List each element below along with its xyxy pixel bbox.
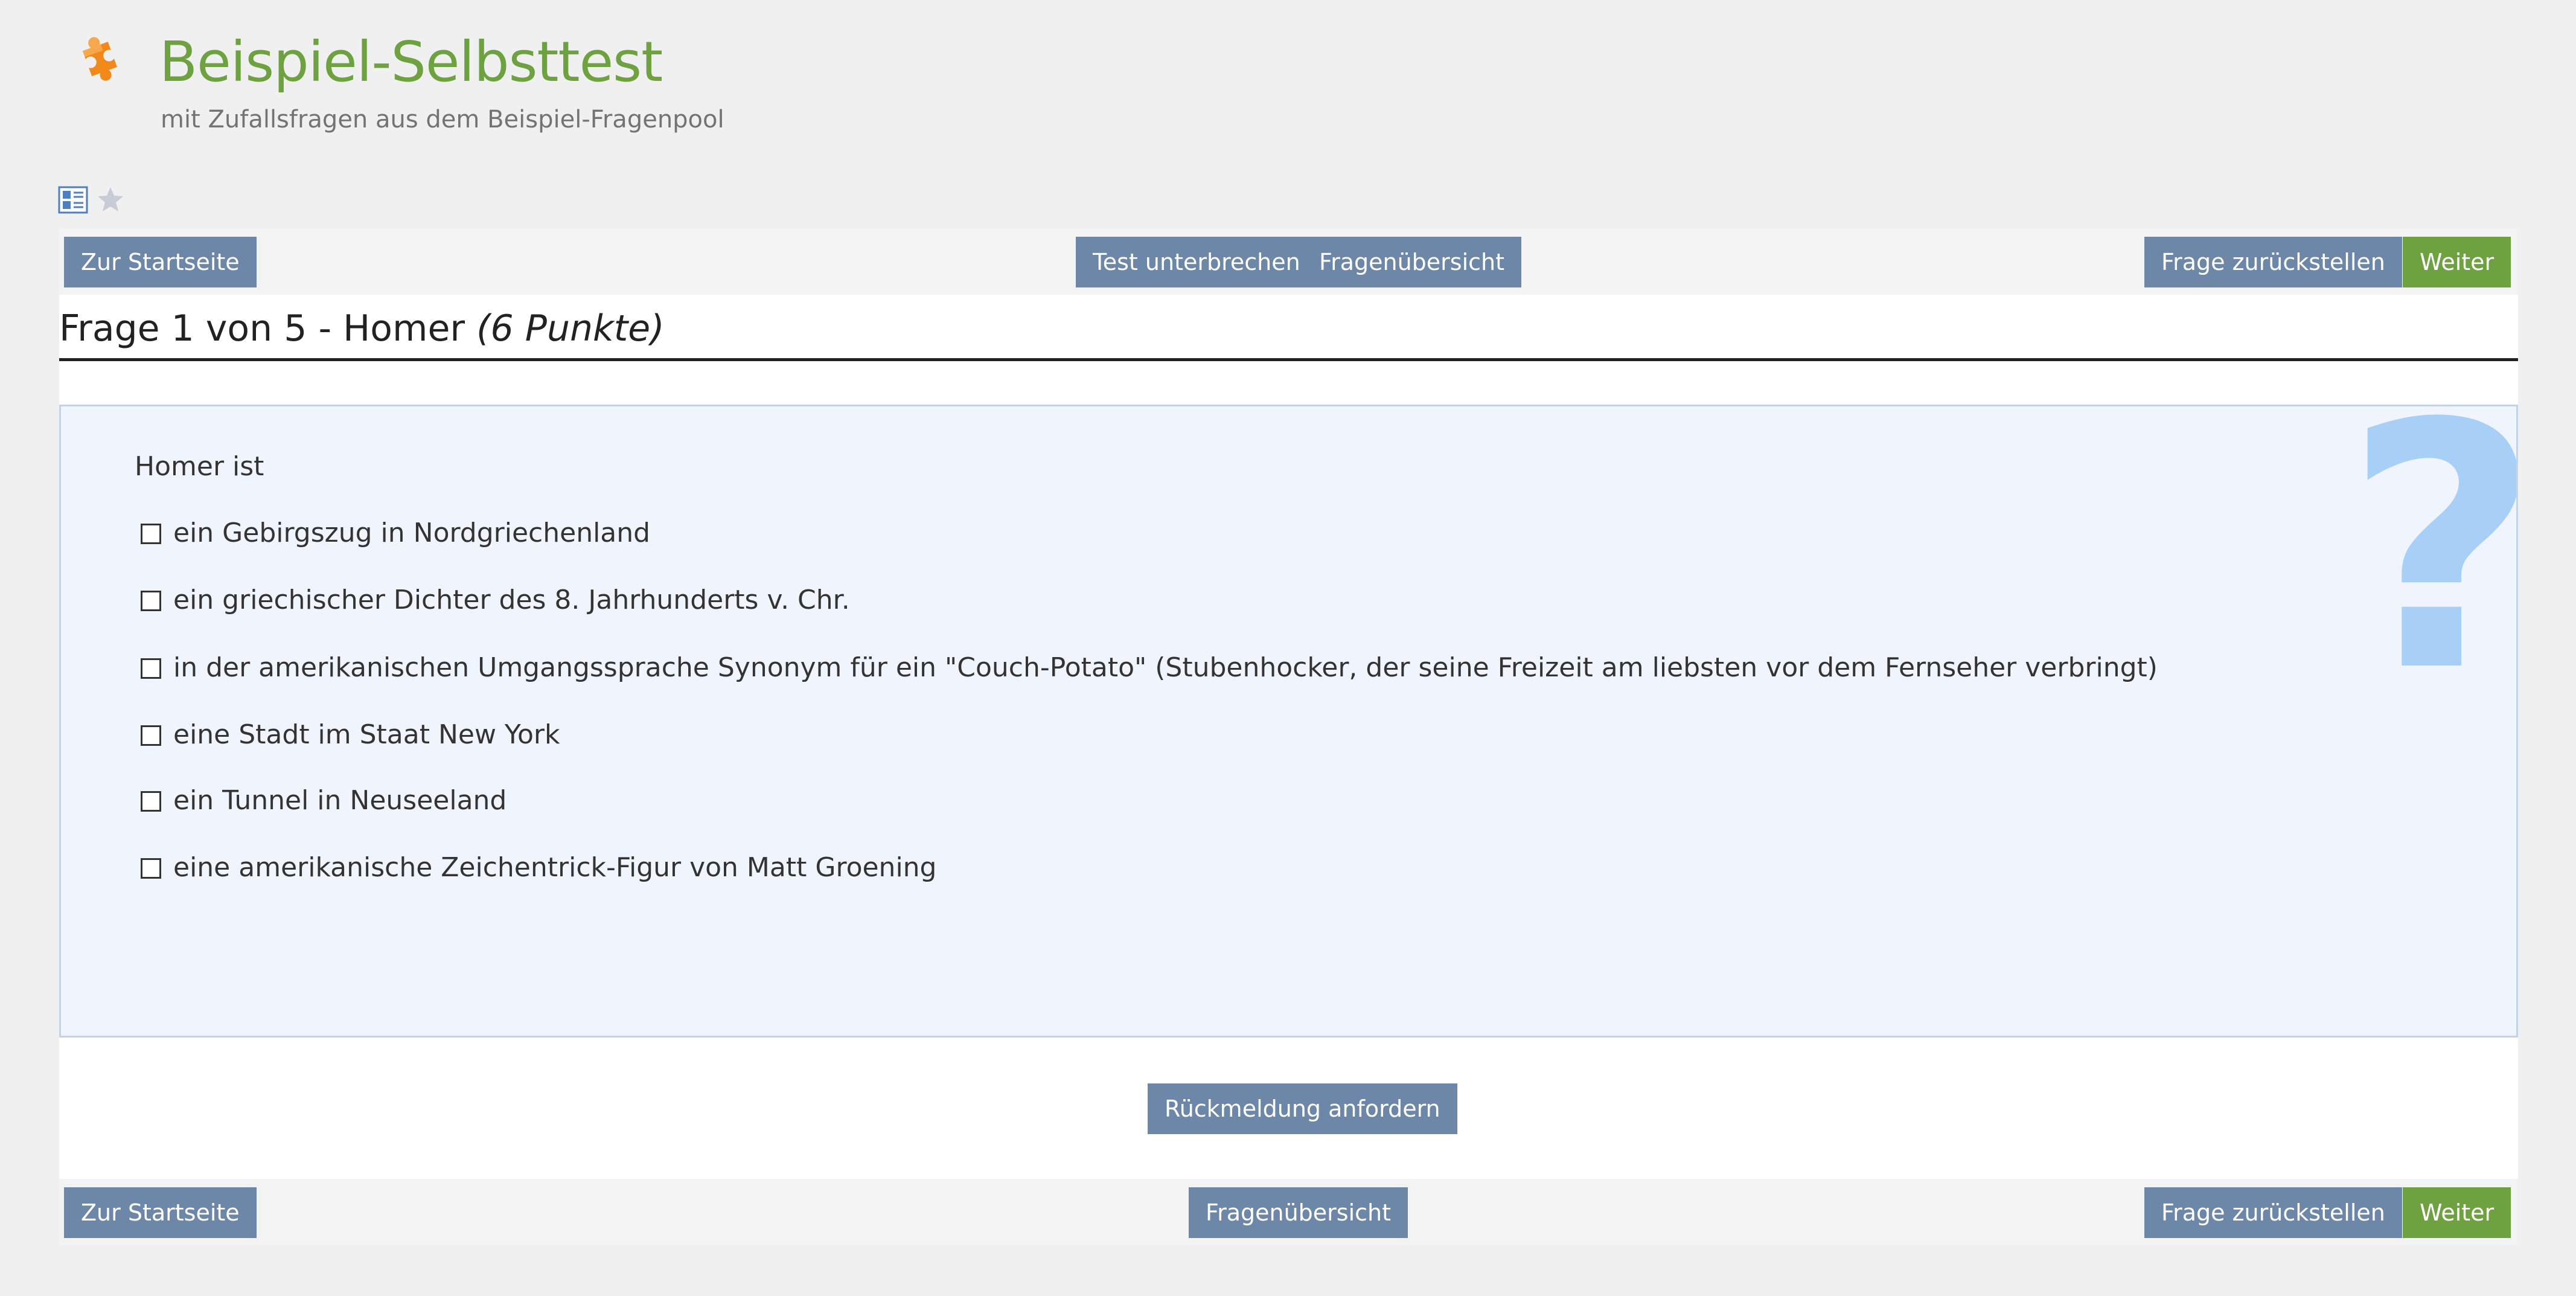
- page-header: Beispiel-Selbsttest mit Zufallsfragen au…: [59, 24, 904, 145]
- answer-label[interactable]: ein Gebirgszug in Nordgriechenland: [173, 518, 650, 550]
- start-page-button[interactable]: Zur Startseite: [64, 237, 257, 287]
- next-button[interactable]: Weiter: [2403, 1187, 2511, 1238]
- list-view-icon[interactable]: [58, 185, 88, 215]
- star-icon[interactable]: [95, 185, 126, 215]
- question-box: ? Homer ist ein Gebirgszug in Nordgriech…: [59, 405, 2518, 1038]
- question-heading: Frage 1 von 5 - Homer: [59, 307, 477, 350]
- question-overview-button[interactable]: Fragenübersicht: [1302, 237, 1522, 287]
- answer-label[interactable]: in der amerikanischen Umgangssprache Syn…: [173, 652, 2158, 684]
- answer-label[interactable]: eine amerikanische Zeichentrick-Figur vo…: [173, 852, 936, 884]
- bottom-navigation: Zur Startseite Fragenübersicht Frage zur…: [59, 1179, 2518, 1245]
- answer-label[interactable]: ein griechischer Dichter des 8. Jahrhund…: [173, 585, 850, 617]
- postpone-question-button[interactable]: Frage zurückstellen: [2144, 237, 2402, 287]
- answer-checkbox[interactable]: [141, 725, 161, 746]
- question-overview-button[interactable]: Fragenübersicht: [1189, 1187, 1408, 1238]
- next-button[interactable]: Weiter: [2403, 237, 2511, 287]
- postpone-question-button[interactable]: Frage zurückstellen: [2144, 1187, 2402, 1238]
- answer-label[interactable]: ein Tunnel in Neuseeland: [173, 785, 507, 817]
- question-header: Frage 1 von 5 - Homer (6 Punkte): [59, 295, 2518, 361]
- top-navigation: Zur Startseite Test unterbrechen Fragenü…: [59, 228, 2518, 295]
- answer-checkbox[interactable]: [141, 658, 161, 679]
- request-feedback-button[interactable]: Rückmeldung anfordern: [1148, 1083, 1457, 1134]
- question-title: Frage 1 von 5 - Homer (6 Punkte): [59, 307, 665, 350]
- question-stem: Homer ist: [135, 451, 264, 482]
- answer-checkbox[interactable]: [141, 524, 161, 544]
- page-subtitle: mit Zufallsfragen aus dem Beispiel-Frage…: [161, 106, 724, 133]
- answer-label[interactable]: eine Stadt im Staat New York: [173, 719, 560, 751]
- page-title: Beispiel-Selbsttest: [159, 30, 663, 94]
- question-mark-watermark: ?: [2344, 406, 2516, 718]
- start-page-button[interactable]: Zur Startseite: [64, 1187, 257, 1238]
- answer-checkbox[interactable]: [141, 858, 161, 879]
- answer-checkbox[interactable]: [141, 791, 161, 812]
- puzzle-icon: [82, 37, 117, 81]
- question-points: (6 Punkte): [476, 307, 665, 350]
- suspend-test-button[interactable]: Test unterbrechen: [1076, 237, 1317, 287]
- answer-checkbox[interactable]: [141, 591, 161, 611]
- question-content: ? Homer ist ein Gebirgszug in Nordgriech…: [59, 361, 2518, 1179]
